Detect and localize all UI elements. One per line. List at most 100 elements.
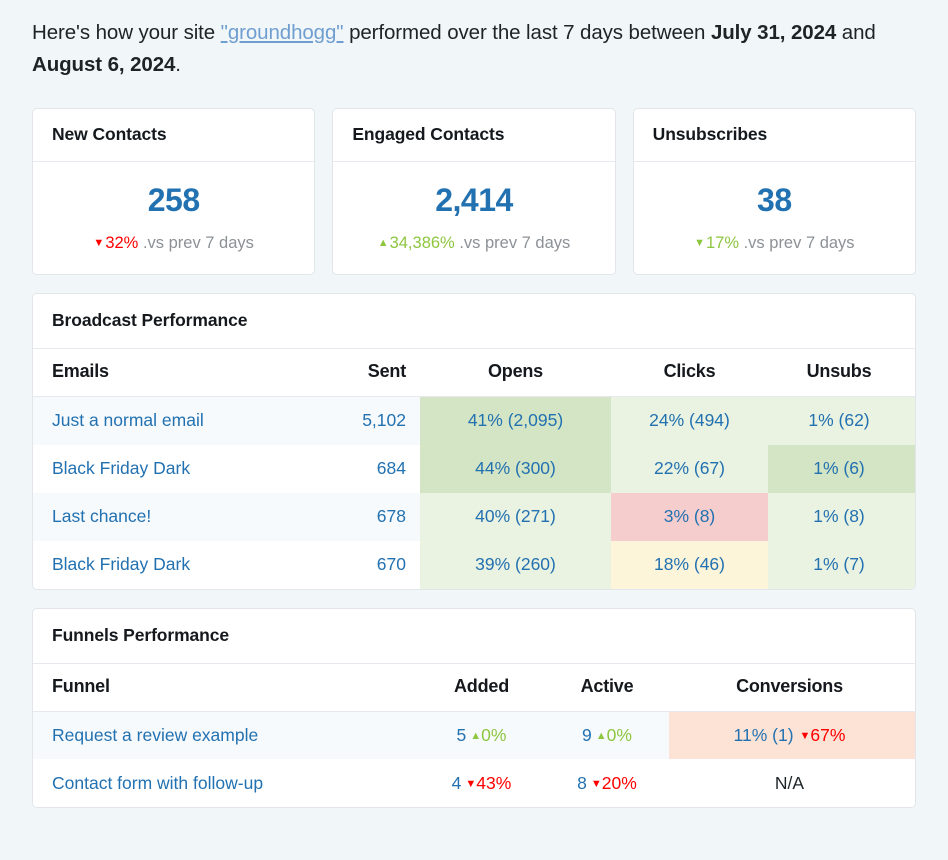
stat-comparison: 32% .vs prev 7 days	[43, 234, 304, 253]
report-intro: Here's how your site "groundhogg" perfor…	[32, 0, 916, 81]
broadcast-clicks: 3% (8)	[611, 492, 768, 541]
funnel-active-delta: 20%	[601, 772, 637, 793]
intro-date-end: August 6, 2024	[32, 53, 176, 76]
broadcast-email-name[interactable]: Black Friday Dark	[33, 541, 341, 589]
broadcast-email-name[interactable]: Black Friday Dark	[33, 445, 341, 493]
funnel-added-value: 5	[456, 724, 467, 745]
broadcast-opens: 44% (300)	[420, 444, 611, 493]
broadcast-unsubs: 1% (6)	[768, 444, 915, 493]
site-name-link[interactable]: "groundhogg"	[221, 21, 344, 44]
funnel-active-value: 9	[582, 724, 592, 745]
broadcast-email-link[interactable]: Just a normal email	[52, 410, 204, 430]
broadcast-email-link[interactable]: Last chance!	[52, 506, 151, 526]
funnels-performance-title: Funnels Performance	[33, 609, 915, 664]
funnels-performance-table: Funnel Added Active Conversions Request …	[33, 663, 915, 807]
stat-value: 258	[147, 182, 200, 218]
stat-delta: 17%	[705, 234, 739, 252]
stat-comparison: 34,386% .vs prev 7 days	[343, 234, 604, 253]
trend-down-icon	[93, 237, 104, 249]
funnel-name[interactable]: Request a review example	[33, 711, 418, 759]
broadcast-clicks: 18% (46)	[611, 540, 768, 589]
stat-card-title: New Contacts	[33, 109, 315, 162]
column-header-unsubs[interactable]: Unsubs	[768, 349, 915, 397]
broadcast-unsubs: 1% (8)	[768, 492, 915, 541]
stat-card-title: Unsubscribes	[633, 109, 915, 162]
funnel-name-link[interactable]: Request a review example	[52, 725, 258, 745]
stat-card-new-contacts: New Contacts 258 32% .vs prev 7 days	[32, 108, 316, 275]
intro-date-start: July 31, 2024	[710, 21, 837, 44]
trend-down-icon	[694, 237, 705, 249]
broadcast-unsubs: 1% (7)	[768, 540, 915, 589]
intro-text-middle: performed over the last 7 days between	[343, 21, 711, 44]
broadcast-sent: 670	[376, 554, 406, 574]
broadcast-opens: 41% (2,095)	[420, 396, 611, 445]
stat-compare-label: .vs prev 7 days	[743, 234, 855, 252]
stat-card-title: Engaged Contacts	[333, 109, 615, 162]
funnel-active: 9 0%	[545, 711, 669, 759]
intro-text-end: .	[175, 53, 181, 76]
broadcast-email-name[interactable]: Last chance!	[33, 493, 341, 541]
funnel-conversions: N/A	[774, 772, 805, 793]
trend-down-icon	[800, 730, 811, 742]
table-row: Just a normal email 5,102 41% (2,095) 24…	[33, 396, 915, 445]
funnel-added-delta: 43%	[476, 772, 512, 793]
table-row: Last chance! 678 40% (271) 3% (8) 1% (8)	[33, 492, 915, 541]
report-page: Here's how your site "groundhogg" perfor…	[0, 0, 948, 860]
funnel-active: 8 20%	[545, 759, 669, 807]
broadcast-unsubs: 1% (62)	[768, 396, 915, 445]
broadcast-opens: 40% (271)	[420, 492, 611, 541]
trend-down-icon	[465, 778, 476, 790]
column-header-emails[interactable]: Emails	[33, 349, 341, 397]
broadcast-clicks: 22% (67)	[611, 444, 768, 493]
funnel-conversions-delta: 67%	[810, 724, 846, 745]
stat-compare-label: .vs prev 7 days	[459, 234, 571, 252]
stat-delta: 34,386%	[389, 234, 455, 252]
table-header-row: Funnel Added Active Conversions	[33, 663, 915, 712]
funnel-added: 5 0%	[418, 711, 545, 759]
column-header-clicks[interactable]: Clicks	[611, 349, 768, 397]
funnel-active-delta: 0%	[606, 724, 632, 745]
broadcast-performance-card: Broadcast Performance Emails Sent Opens …	[32, 293, 916, 590]
broadcast-performance-title: Broadcast Performance	[33, 294, 915, 349]
column-header-opens[interactable]: Opens	[420, 349, 611, 397]
table-row: Black Friday Dark 670 39% (260) 18% (46)…	[33, 540, 915, 589]
table-row: Request a review example 5 0% 9 0% 11% (1)…	[33, 711, 915, 759]
broadcast-email-name[interactable]: Just a normal email	[33, 397, 341, 445]
funnel-name-link[interactable]: Contact form with follow-up	[52, 773, 263, 793]
broadcast-email-link[interactable]: Black Friday Dark	[52, 458, 190, 478]
stat-value: 2,414	[435, 182, 513, 218]
funnel-added: 4 43%	[418, 759, 545, 807]
stat-card-body: 38 17% .vs prev 7 days	[634, 162, 915, 274]
column-header-added[interactable]: Added	[418, 663, 545, 712]
funnel-added-value: 4	[451, 772, 462, 793]
column-header-active[interactable]: Active	[545, 663, 669, 712]
broadcast-sent: 678	[376, 506, 406, 526]
intro-text-lead: Here's how your site	[32, 21, 221, 44]
trend-up-icon	[596, 730, 607, 742]
stat-card-body: 258 32% .vs prev 7 days	[33, 162, 314, 274]
stat-delta: 32%	[105, 234, 139, 252]
table-header-row: Emails Sent Opens Clicks Unsubs	[33, 349, 915, 397]
funnel-added-delta: 0%	[481, 724, 507, 745]
broadcast-sent: 5,102	[362, 410, 406, 431]
funnel-name[interactable]: Contact form with follow-up	[33, 759, 418, 807]
stat-card-unsubscribes: Unsubscribes 38 17% .vs prev 7 days	[632, 108, 916, 275]
column-header-funnel[interactable]: Funnel	[33, 663, 418, 712]
funnel-conversions: 11% (1) 67%	[669, 711, 915, 759]
column-header-sent[interactable]: Sent	[341, 349, 420, 397]
broadcast-clicks: 24% (494)	[611, 396, 768, 445]
stat-compare-label: .vs prev 7 days	[142, 234, 254, 252]
broadcast-sent: 684	[376, 458, 406, 478]
funnels-performance-card: Funnels Performance Funnel Added Active …	[32, 607, 916, 808]
broadcast-opens: 39% (260)	[420, 540, 611, 589]
trend-up-icon	[470, 730, 481, 742]
trend-up-icon	[378, 237, 389, 249]
stat-card-engaged-contacts: Engaged Contacts 2,414 34,386% .vs prev …	[332, 108, 616, 275]
trend-down-icon	[591, 778, 602, 790]
table-row: Contact form with follow-up 4 43% 8 20% N/…	[33, 759, 915, 807]
funnel-conversions-value: 11% (1)	[733, 724, 794, 745]
broadcast-email-link[interactable]: Black Friday Dark	[52, 554, 190, 574]
intro-text-and: and	[836, 21, 876, 44]
broadcast-performance-table: Emails Sent Opens Clicks Unsubs Just a n…	[33, 349, 915, 589]
column-header-conversions[interactable]: Conversions	[669, 663, 915, 712]
